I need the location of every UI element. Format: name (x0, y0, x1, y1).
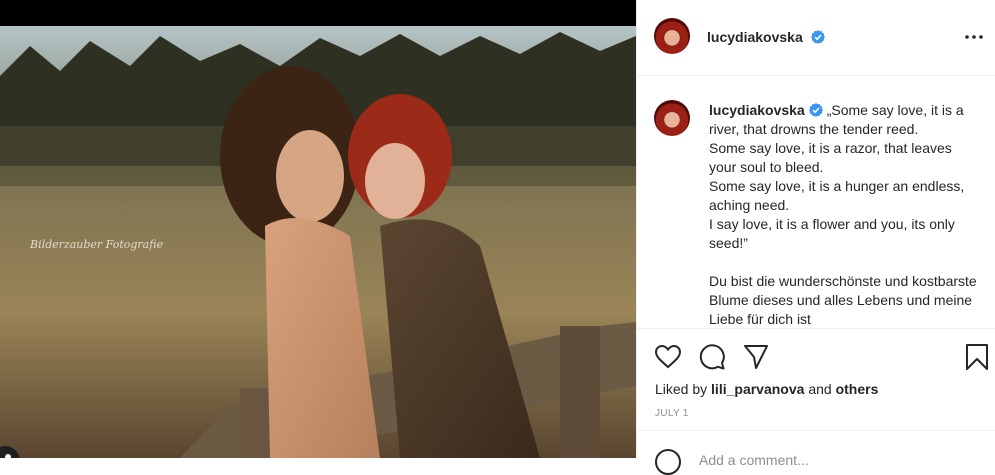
liked-by-user-link[interactable]: lili_parvanova (711, 381, 804, 397)
comment-bar: Add a comment... (637, 430, 995, 475)
post-side-panel: lucydiakovska lucydiakovska „Some say lo… (636, 0, 995, 475)
post-date[interactable]: JULY 1 (655, 408, 689, 419)
author-avatar[interactable] (654, 18, 690, 54)
caption-author-avatar[interactable] (654, 100, 690, 136)
author-username-header[interactable]: lucydiakovska (707, 29, 825, 45)
verified-badge-icon (808, 103, 823, 117)
verified-badge-icon (810, 30, 825, 44)
likes-summary: Liked by lili_parvanova and others (655, 381, 878, 397)
likes-others-link[interactable]: others (836, 381, 879, 397)
caption-text: „Some say love, it is a river, that drow… (709, 102, 977, 327)
share-icon[interactable] (742, 343, 770, 371)
photo-illustration: Bilderzauber Fotografie (0, 26, 636, 458)
user-tag-icon (5, 454, 11, 458)
comment-input[interactable]: Add a comment... (699, 452, 809, 468)
heart-icon[interactable] (654, 343, 682, 371)
photo-watermark-text: Bilderzauber Fotografie (29, 238, 164, 251)
post-caption: lucydiakovska „Some say love, it is a ri… (709, 101, 981, 327)
bookmark-icon[interactable] (963, 343, 991, 371)
post-actions: Liked by lili_parvanova and others JULY … (637, 328, 995, 430)
more-options-icon[interactable] (962, 28, 986, 46)
caption-author-username[interactable]: lucydiakovska (709, 102, 805, 118)
likes-prefix: Liked by (655, 381, 712, 397)
author-username-text[interactable]: lucydiakovska (707, 29, 803, 45)
post-header: lucydiakovska (637, 0, 995, 76)
likes-and: and (804, 381, 836, 397)
top-black-bar (0, 0, 636, 26)
comment-icon[interactable] (698, 343, 726, 371)
emoji-icon[interactable] (655, 449, 681, 475)
post-photo[interactable]: Bilderzauber Fotografie (0, 26, 636, 458)
